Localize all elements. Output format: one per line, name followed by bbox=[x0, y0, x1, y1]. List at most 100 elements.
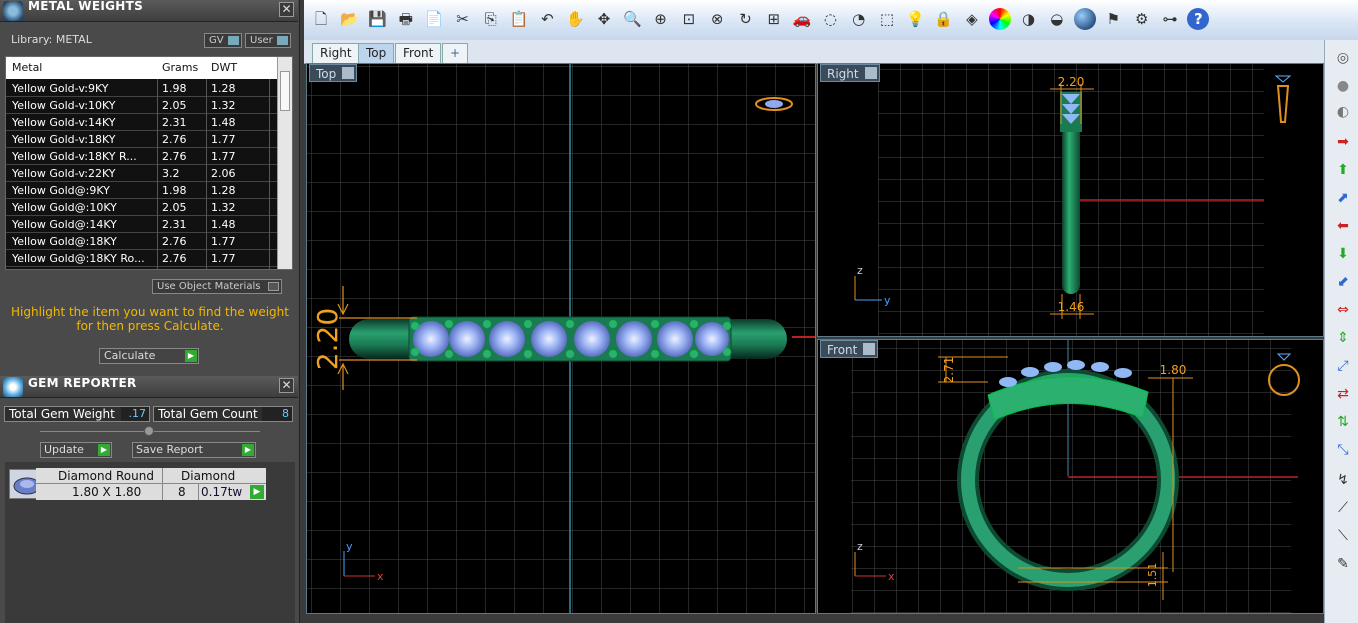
table-row[interactable]: Yellow Gold@:18KY 2.76 1.77 bbox=[6, 233, 279, 250]
use-object-materials-label: Use Object Materials bbox=[157, 281, 261, 292]
target-icon[interactable]: ◎ bbox=[1333, 48, 1353, 68]
arrows-inward-diagonal-icon[interactable]: ⤡ bbox=[1333, 440, 1353, 460]
arrows-inward-icon[interactable]: ⇄ bbox=[1333, 384, 1353, 404]
light-icon[interactable]: 💡 bbox=[904, 8, 926, 30]
table-row[interactable]: Yellow Gold@:9KY 1.98 1.28 bbox=[6, 182, 279, 199]
line-tool-icon[interactable]: ⟋ bbox=[1333, 498, 1353, 518]
table-row[interactable]: Yellow Gold@:18KY Ro... 2.76 1.77 bbox=[6, 250, 279, 267]
add-tab-button[interactable]: + bbox=[442, 43, 469, 63]
color-icon[interactable]: ◉ bbox=[989, 8, 1012, 30]
rotate-view-icon[interactable]: ↻ bbox=[735, 8, 757, 30]
table-row[interactable]: Yellow Gold@:10KY 2.05 1.32 bbox=[6, 199, 279, 216]
gem-row[interactable]: Diamond Round Diamond 1.80 X 1.80 8 0.17… bbox=[36, 468, 266, 500]
splitter-handle[interactable] bbox=[144, 426, 154, 436]
update-button[interactable]: Update ▶ bbox=[40, 442, 112, 458]
tab-right[interactable]: Right bbox=[312, 43, 360, 63]
arrow-right-icon[interactable]: ➡ bbox=[1333, 132, 1353, 152]
table-row[interactable]: Yellow Gold-v:22KY 3.2 2.06 bbox=[6, 165, 279, 182]
open-icon[interactable]: 📂 bbox=[338, 8, 360, 30]
gv-toggle[interactable]: GV bbox=[204, 33, 242, 48]
magic-icon[interactable]: ⚑ bbox=[1102, 8, 1124, 30]
tab-front[interactable]: Front bbox=[395, 43, 442, 63]
viewport-label-top[interactable]: Top bbox=[309, 64, 358, 82]
table-row[interactable]: Yellow Gold-v:9KY 1.98 1.28 bbox=[6, 80, 279, 97]
copy-doc-icon[interactable]: 📄 bbox=[423, 8, 445, 30]
copy-icon[interactable]: ⎘ bbox=[480, 8, 502, 30]
hide-icon[interactable]: ◌ bbox=[819, 8, 841, 30]
zoom-extents-icon[interactable]: ⊡ bbox=[678, 8, 700, 30]
scrollbar-thumb[interactable] bbox=[280, 71, 290, 111]
paste-icon[interactable]: 📋 bbox=[508, 8, 530, 30]
arrows-horizontal-icon[interactable]: ⇔ bbox=[1333, 300, 1353, 320]
metal-name: Yellow Gold-v:18KY R... bbox=[12, 150, 137, 163]
eraser-icon[interactable]: ✎ bbox=[1333, 554, 1353, 574]
sphere-icon[interactable]: ◐ bbox=[1333, 102, 1353, 122]
arrow-left-icon[interactable]: ⬅ bbox=[1333, 216, 1353, 236]
zoom-window-icon[interactable]: ⊕ bbox=[650, 8, 672, 30]
table-row[interactable]: Yellow Gold-v:14KY 2.31 1.48 bbox=[6, 114, 279, 131]
col-metal[interactable]: Metal bbox=[12, 61, 42, 74]
user-toggle[interactable]: User bbox=[245, 33, 291, 48]
car-icon[interactable]: 🚗 bbox=[791, 8, 813, 30]
arrow-diagonal-icon[interactable]: ⬈ bbox=[1333, 188, 1353, 208]
grid-icon[interactable]: ⬚ bbox=[876, 8, 898, 30]
render-icon[interactable]: ◒ bbox=[1046, 8, 1068, 30]
help-icon[interactable]: ? bbox=[1187, 8, 1210, 30]
table-row[interactable]: Yellow Gold-v:18KY 2.76 1.77 bbox=[6, 131, 279, 148]
close-icon[interactable]: ✕ bbox=[279, 378, 294, 393]
settings-icon[interactable]: ⚙ bbox=[1131, 8, 1153, 30]
viewport-right[interactable]: 2.20 1.46 z y Right bbox=[817, 63, 1324, 337]
snap-icon[interactable]: ◔ bbox=[848, 8, 870, 30]
col-grams[interactable]: Grams bbox=[162, 61, 198, 74]
new-icon[interactable]: 🗋 bbox=[310, 8, 332, 30]
zoom-icon[interactable]: 🔍 bbox=[621, 8, 643, 30]
viewport-label-front[interactable]: Front bbox=[820, 340, 879, 358]
lock-icon[interactable]: 🔒 bbox=[933, 8, 955, 30]
col-dwt[interactable]: DWT bbox=[211, 61, 237, 74]
use-object-materials-checkbox[interactable]: Use Object Materials bbox=[152, 279, 282, 294]
save-report-button[interactable]: Save Report ▶ bbox=[132, 442, 256, 458]
measure-icon[interactable]: ⟍ bbox=[1333, 526, 1353, 546]
layer-icon[interactable]: ◈ bbox=[961, 8, 983, 30]
print-icon[interactable]: 🖶 bbox=[395, 8, 417, 30]
table-row[interactable]: Yellow Gold@:14KY 2.31 1.48 bbox=[6, 216, 279, 233]
arrows-vertical-icon[interactable]: ⇕ bbox=[1333, 328, 1353, 348]
viewport-front[interactable]: 2.71 1.80 1.51 z x Front bbox=[817, 339, 1324, 614]
dwt-value: 1.28 bbox=[211, 184, 236, 197]
rotate-icon[interactable]: ✥ bbox=[593, 8, 615, 30]
viewport-label-right[interactable]: Right bbox=[820, 64, 880, 82]
arrow-down-icon[interactable]: ⬇ bbox=[1333, 244, 1353, 264]
shade-icon[interactable]: ◑ bbox=[1018, 8, 1040, 30]
close-icon[interactable]: ✕ bbox=[279, 2, 294, 17]
light-icon[interactable]: ● bbox=[1333, 76, 1353, 96]
pan-icon[interactable]: ✋ bbox=[565, 8, 587, 30]
user-label: User bbox=[250, 35, 273, 46]
gem-play-button[interactable]: ▶ bbox=[250, 485, 264, 499]
grams-value: 2.31 bbox=[162, 218, 187, 231]
metal-name: Yellow Gold@:18KY bbox=[12, 235, 117, 248]
gem-row-divider bbox=[36, 483, 266, 484]
undo-icon[interactable]: ↶ bbox=[536, 8, 558, 30]
four-views-icon[interactable]: ⊞ bbox=[763, 8, 785, 30]
viewport-top[interactable]: 2.20 y x Top bbox=[306, 63, 816, 614]
arrow-up-icon[interactable]: ⬆ bbox=[1333, 160, 1353, 180]
chevron-down-icon[interactable] bbox=[863, 343, 876, 355]
zoom-selected-icon[interactable]: ⊗ bbox=[706, 8, 728, 30]
chevron-down-icon[interactable] bbox=[342, 67, 355, 79]
curve-icon[interactable]: ↯ bbox=[1333, 470, 1353, 490]
save-icon[interactable]: 💾 bbox=[367, 8, 389, 30]
calculate-button[interactable]: Calculate ▶ bbox=[99, 348, 199, 364]
table-row[interactable]: Yellow Gold-v:10KY 2.05 1.32 bbox=[6, 97, 279, 114]
dwt-value: 2.06 bbox=[211, 167, 236, 180]
table-scrollbar[interactable] bbox=[277, 57, 292, 269]
chevron-down-icon[interactable] bbox=[864, 67, 877, 79]
hierarchy-icon[interactable]: ⊶ bbox=[1159, 8, 1181, 30]
arrow-diagonal-down-icon[interactable]: ⬋ bbox=[1333, 272, 1353, 292]
tab-top[interactable]: Top bbox=[358, 43, 395, 63]
table-row[interactable]: Yellow Gold-v:18KY R... 2.76 1.77 bbox=[6, 148, 279, 165]
sphere-icon[interactable]: ● bbox=[1074, 8, 1097, 30]
cut-icon[interactable]: ✂ bbox=[452, 8, 474, 30]
arrows-inward-vertical-icon[interactable]: ⇅ bbox=[1333, 412, 1353, 432]
viewport-tabs: Right Top Front + bbox=[304, 40, 1324, 64]
arrows-diagonal-icon[interactable]: ⤢ bbox=[1333, 356, 1353, 376]
